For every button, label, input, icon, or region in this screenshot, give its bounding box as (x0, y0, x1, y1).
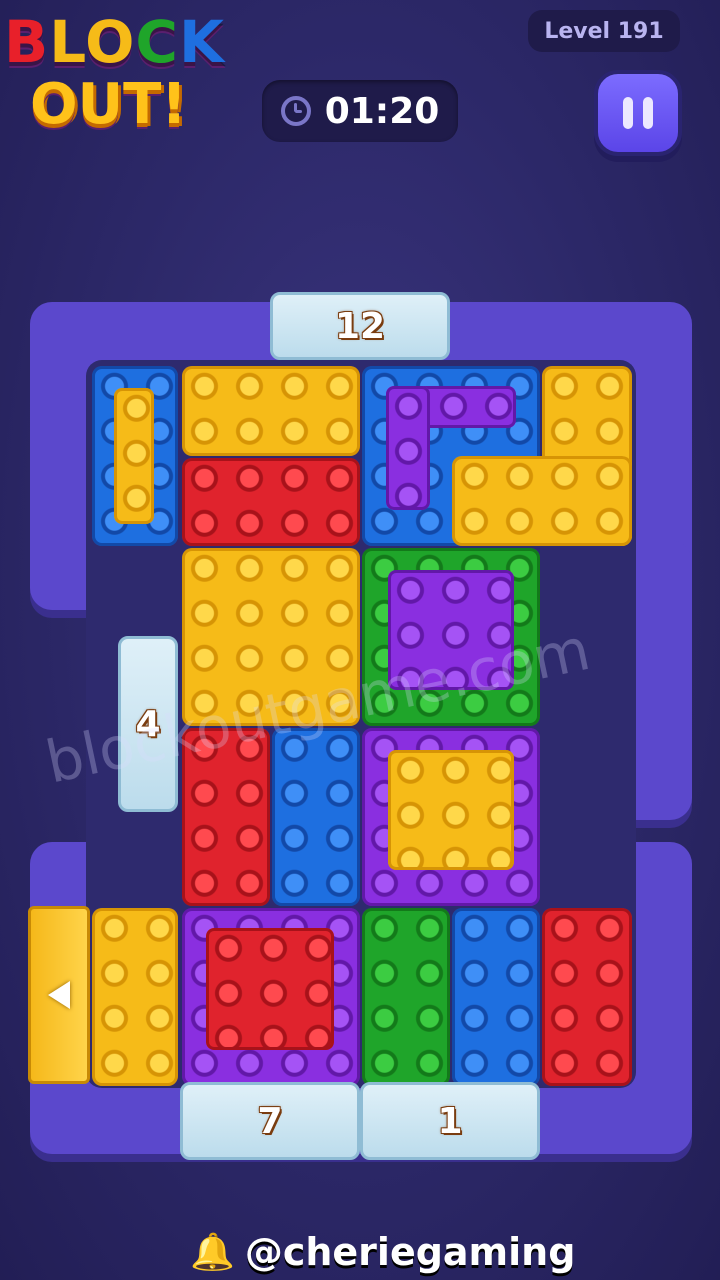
red-block[interactable] (182, 458, 360, 546)
game-board: 12 4 7 1 (0, 0, 720, 1280)
bell-icon: 🔔 (190, 1232, 235, 1273)
yellow-block[interactable] (182, 366, 360, 456)
pause-button[interactable] (594, 70, 682, 156)
pause-icon (623, 97, 633, 129)
green-tall-block[interactable] (362, 908, 450, 1086)
creator-credit: 🔔 @cheriegaming (190, 1230, 575, 1274)
ice-gate-top[interactable]: 12 (270, 292, 450, 360)
game-logo: BLOCK OUT! (0, 0, 270, 150)
clock-icon (280, 96, 311, 126)
timer-value: 01:20 (324, 90, 440, 132)
yellow-exit-gate[interactable] (28, 906, 90, 1084)
logo-letter: O (85, 8, 136, 76)
ice-gate-bottom-right[interactable]: 1 (360, 1082, 540, 1160)
yellow-inner-block (114, 388, 154, 524)
timer: 01:20 (262, 80, 458, 142)
logo-letter: L (49, 8, 86, 76)
red-inner-block (206, 928, 334, 1050)
purple-inner-l-block (386, 386, 430, 510)
blue-tall-block[interactable] (272, 728, 360, 906)
logo-letter: K (179, 8, 225, 76)
logo-line-2: OUT! (30, 72, 187, 137)
creator-handle: @cheriegaming (244, 1230, 576, 1274)
yellow-tall-block[interactable] (92, 908, 178, 1086)
yellow-inner-block (388, 750, 514, 870)
red-tall-block[interactable] (542, 908, 632, 1086)
ice-gate-bottom-left[interactable]: 7 (180, 1082, 360, 1160)
arrow-left-icon (48, 981, 70, 1009)
yellow-l-block-base (452, 456, 632, 546)
blue-hollow-block[interactable] (92, 366, 178, 546)
blue-tall-block[interactable] (452, 908, 540, 1086)
logo-letter: C (135, 8, 179, 76)
logo-letter: B (4, 8, 50, 76)
pause-icon (643, 97, 653, 129)
level-badge: Level 191 (528, 10, 680, 52)
logo-line-1: BLOCK (4, 8, 225, 76)
purple-hollow-block[interactable] (182, 908, 360, 1086)
purple-hollow-block[interactable] (362, 728, 540, 906)
